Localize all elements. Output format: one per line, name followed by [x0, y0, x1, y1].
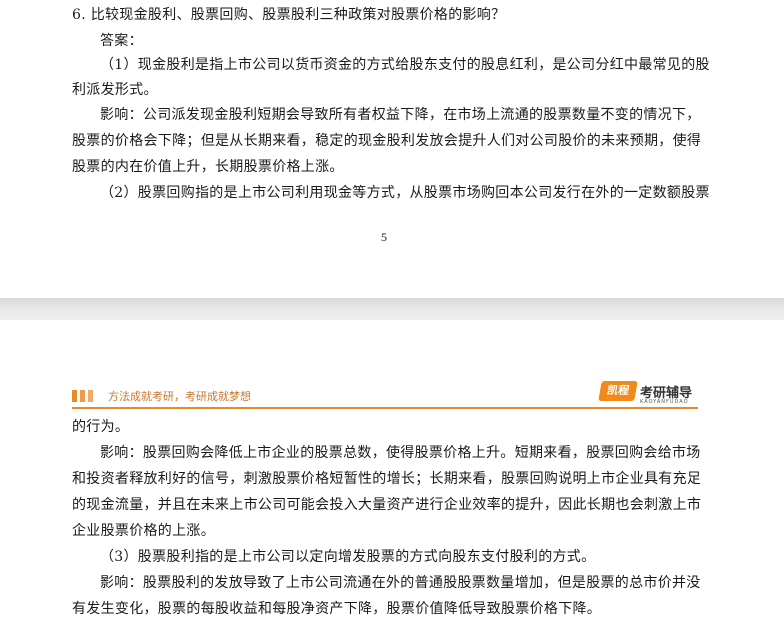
paragraph-line: 和投资者释放利好的信号，刺激股票价格短暂性的增长；长期来看，股票回购说明上市企业…	[72, 471, 702, 487]
answer-label: 答案：	[100, 33, 143, 49]
paragraph-line: 股票的价格会下降；但是从长期来看，稳定的现金股利发放会提升人们对公司股价的未来预…	[72, 133, 702, 149]
paragraph-line: （1）现金股利是指上市公司以货币资金的方式给股东支付的股息红利，是公司分红中最常…	[100, 57, 710, 73]
header-slogan: 方法成就考研，考研成就梦想	[108, 390, 251, 403]
page-header: 方法成就考研，考研成就梦想 凯程 考研辅导 KAOYANFUDAO	[72, 381, 698, 409]
paragraph-line: 股票的内在价值上升，长期股票价格上涨。	[72, 159, 344, 175]
page-separator	[0, 298, 784, 320]
paragraph-line: （2）股票回购指的是上市公司利用现金等方式，从股票市场购回本公司发行在外的一定数…	[100, 185, 710, 201]
question-heading: 6. 比较现金股利、股票回购、股票股利三种政策对股票价格的影响？	[72, 7, 506, 23]
brand-logo: 凯程 考研辅导 KAOYANFUDAO	[598, 381, 700, 407]
document-page-5: 6. 比较现金股利、股票回购、股票股利三种政策对股票价格的影响？ 答案： （1）…	[0, 0, 784, 298]
logo-badge: 凯程	[598, 381, 638, 401]
paragraph-line: 影响：公司派发现金股利短期会导致所有者权益下降，在市场上流通的股票数量不变的情况…	[100, 107, 701, 123]
header-rule	[72, 407, 698, 409]
paragraph-line: 有发生变化，股票的每股收益和每股净资产下降，股票价值降低导致股票价格下降。	[72, 601, 602, 617]
paragraph-line: 的现金流量，并且在未来上市公司可能会投入大量资产进行企业效率的提升，因此长期也会…	[72, 497, 702, 513]
page-number: 5	[381, 230, 387, 244]
paragraph-line: （3）股票股利指的是上市公司以定向增发股票的方式向股东支付股利的方式。	[100, 549, 596, 565]
paragraph-line: 的行为。	[72, 419, 130, 435]
header-stripes-icon	[72, 390, 102, 402]
paragraph-line: 利派发形式。	[72, 82, 158, 98]
logo-subtext: KAOYANFUDAO	[640, 399, 689, 405]
paragraph-line: 企业股票价格的上涨。	[72, 523, 215, 539]
paragraph-line: 影响：股票股利的发放导致了上市公司流通在外的普通股股票数量增加，但是股票的总市价…	[100, 575, 701, 591]
paragraph-line: 影响：股票回购会降低上市企业的股票总数，使得股票价格上升。短期来看，股票回购会给…	[100, 445, 701, 461]
